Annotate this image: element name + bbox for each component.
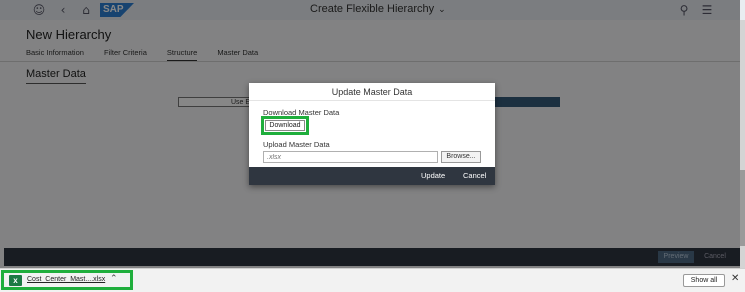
excel-file-icon: x	[9, 274, 24, 289]
downloaded-file-name[interactable]: Cost_Center_Mast....xlsx	[27, 276, 105, 283]
chevron-up-icon[interactable]: ⌃	[110, 274, 118, 284]
download-button[interactable]: Download	[265, 120, 305, 131]
update-master-data-dialog: Update Master Data Download Master Data …	[249, 83, 495, 185]
show-all-button[interactable]: Show all	[683, 274, 725, 287]
dialog-title: Update Master Data	[249, 83, 495, 101]
upload-file-input[interactable]	[263, 151, 438, 163]
dialog-footer: Update Cancel	[249, 167, 495, 185]
upload-label: Upload Master Data	[263, 140, 330, 149]
browse-button[interactable]: Browse...	[441, 151, 481, 163]
update-button[interactable]: Update	[421, 167, 445, 185]
close-icon[interactable]: ✕	[731, 273, 739, 284]
download-bar: x Cost_Center_Mast....xlsx ⌃ Show all ✕	[0, 268, 745, 292]
scrollbar-thumb[interactable]	[740, 170, 745, 246]
cancel-button[interactable]: Cancel	[463, 167, 486, 185]
